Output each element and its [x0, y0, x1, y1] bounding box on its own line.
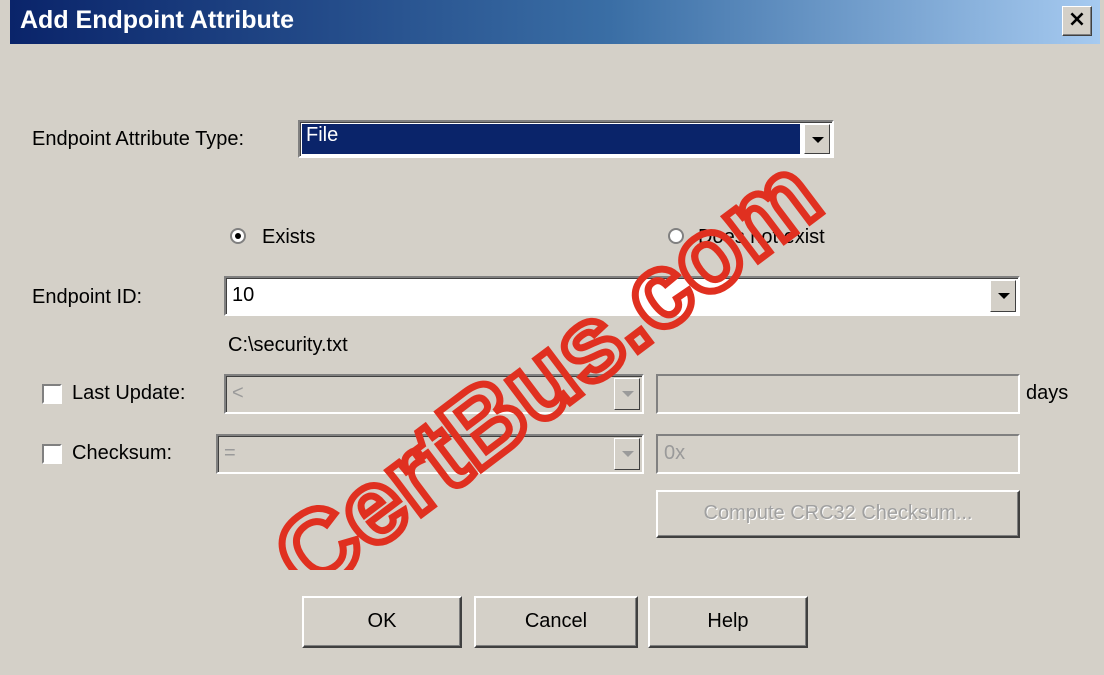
ok-button[interactable]: OK — [302, 596, 462, 648]
last-update-operator: < — [232, 382, 244, 404]
chevron-down-icon[interactable] — [614, 378, 640, 410]
dialog-title: Add Endpoint Attribute — [20, 6, 295, 34]
help-button[interactable]: Help — [648, 596, 808, 648]
checksum-checkbox[interactable] — [42, 444, 62, 464]
attribute-type-select[interactable]: File — [298, 120, 834, 158]
last-update-label: Last Update: — [72, 382, 186, 404]
chevron-down-icon[interactable] — [804, 124, 830, 154]
endpoint-id-select[interactable]: 10 — [224, 276, 1020, 316]
cancel-button[interactable]: Cancel — [474, 596, 638, 648]
add-endpoint-attribute-dialog: Add Endpoint Attribute × Endpoint Attrib… — [0, 0, 1104, 675]
endpoint-id-label: Endpoint ID: — [32, 286, 143, 308]
exists-radio[interactable] — [230, 228, 246, 244]
radio-selected-dot — [235, 233, 241, 239]
checksum-operator: = — [224, 442, 236, 464]
attribute-type-label: Endpoint Attribute Type: — [32, 128, 245, 150]
exists-label: Exists — [262, 226, 316, 248]
attribute-type-value: File — [302, 124, 800, 154]
checksum-input[interactable]: 0x — [656, 434, 1020, 474]
checksum-value: 0x — [664, 442, 686, 464]
does-not-exist-label: Does not exist — [698, 226, 825, 248]
file-path-text: C:\security.txt — [228, 334, 348, 356]
endpoint-id-value: 10 — [232, 284, 255, 306]
chevron-down-icon[interactable] — [614, 438, 640, 470]
last-update-operator-select[interactable]: < — [224, 374, 644, 414]
close-icon[interactable]: × — [1062, 6, 1092, 36]
title-bar[interactable]: Add Endpoint Attribute × — [10, 0, 1100, 44]
chevron-down-icon[interactable] — [990, 280, 1016, 312]
compute-crc32-button[interactable]: Compute CRC32 Checksum... — [656, 490, 1020, 538]
last-update-checkbox[interactable] — [42, 384, 62, 404]
checksum-operator-select[interactable]: = — [216, 434, 644, 474]
checksum-label: Checksum: — [72, 442, 173, 464]
days-unit-label: days — [1026, 382, 1069, 404]
last-update-days-input[interactable] — [656, 374, 1020, 414]
does-not-exist-radio[interactable] — [668, 228, 684, 244]
